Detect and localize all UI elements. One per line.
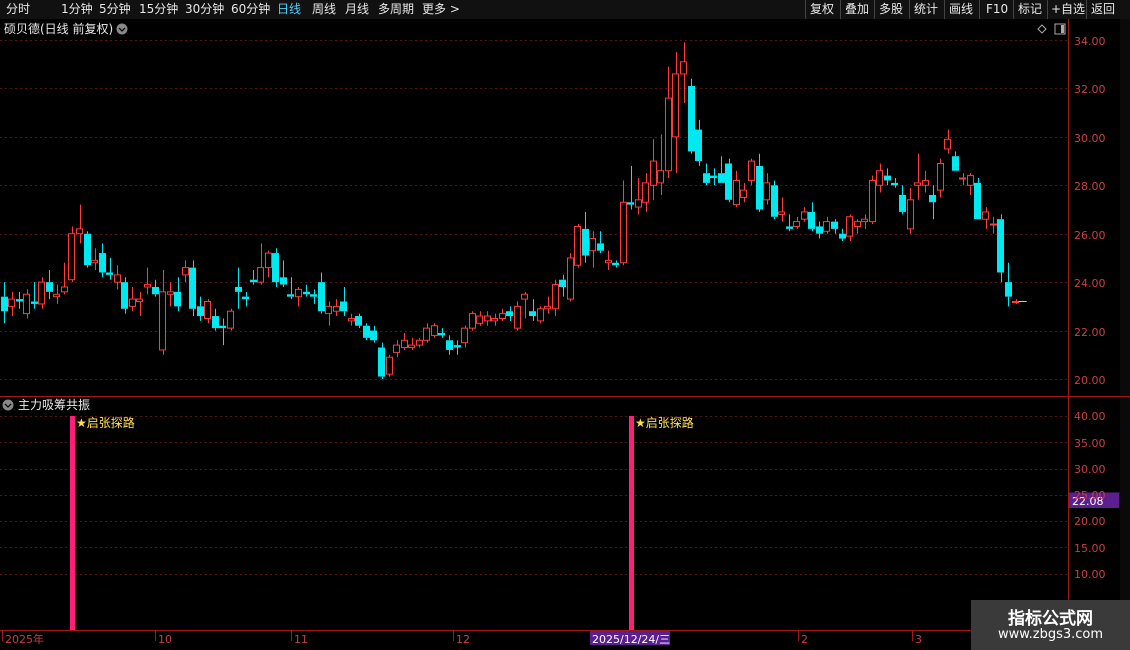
mark-button[interactable]: 标记 xyxy=(1018,0,1042,19)
candle xyxy=(725,158,732,203)
time-label: 2025年 xyxy=(5,632,44,646)
toolbar-divider xyxy=(979,0,980,19)
toolbar-divider xyxy=(909,0,910,19)
price-tick: 30.00 xyxy=(1074,132,1106,145)
toolbar: 分时 1分钟 5分钟 15分钟 30分钟 60分钟 日线 周线 月线 多周期 更… xyxy=(0,0,1130,20)
overlay-button[interactable]: 叠加 xyxy=(845,0,869,19)
period-tab-15min[interactable]: 15分钟 xyxy=(139,0,178,19)
chevron-down-icon[interactable] xyxy=(116,23,128,35)
period-tab-daily[interactable]: 日线 xyxy=(277,0,301,19)
candle xyxy=(38,277,45,309)
price-tick: 20.00 xyxy=(1074,374,1106,387)
price-tick: 32.00 xyxy=(1074,83,1106,96)
candle xyxy=(869,175,876,225)
indicator-tick: 35.00 xyxy=(1074,437,1106,450)
price-tick: 24.00 xyxy=(1074,277,1106,290)
candle xyxy=(68,226,75,283)
time-label: 11 xyxy=(294,633,308,646)
period-tab-monthly[interactable]: 月线 xyxy=(345,0,369,19)
time-label-highlight: 2025/12/24/三 xyxy=(592,633,670,646)
candle xyxy=(688,78,695,154)
candle xyxy=(514,301,521,331)
candle xyxy=(974,178,981,220)
candle xyxy=(227,308,234,331)
period-tab-multi[interactable]: 多周期 xyxy=(378,0,414,19)
period-tab-fenshi[interactable]: 分时 xyxy=(6,0,30,19)
signal-label: ★启张探路 xyxy=(635,415,694,430)
indicator-tick: 40.00 xyxy=(1074,410,1106,423)
fuquan-button[interactable]: 复权 xyxy=(810,0,834,19)
indicator-tick: 20.00 xyxy=(1074,515,1106,528)
candle xyxy=(469,311,476,331)
stock-title: 硕贝德(日线 前复权) xyxy=(4,21,113,36)
kline-chart[interactable]: ★启张探路 ★启张探路 硕贝德(日线 前复权) 主力吸筹共振 22.08 2025… xyxy=(0,19,1130,650)
candle xyxy=(537,306,544,324)
time-label: 2 xyxy=(801,633,808,646)
time-label: 12 xyxy=(456,633,470,646)
time-label: 3 xyxy=(915,633,922,646)
f10-button[interactable]: F10 xyxy=(986,0,1008,19)
toolbar-divider xyxy=(1013,0,1014,19)
indicator-tick: 15.00 xyxy=(1074,542,1106,555)
candle xyxy=(272,248,279,287)
period-tab-weekly[interactable]: 周线 xyxy=(312,0,336,19)
candle xyxy=(771,180,778,220)
indicator-tick: 10.00 xyxy=(1074,568,1106,581)
candle xyxy=(23,289,30,319)
period-tab-60min[interactable]: 60分钟 xyxy=(231,0,270,19)
toolbar-divider xyxy=(805,0,806,19)
price-tick: 28.00 xyxy=(1074,180,1106,193)
price-tick: 34.00 xyxy=(1074,35,1106,48)
toolbar-divider xyxy=(1086,0,1087,19)
period-tab-30min[interactable]: 30分钟 xyxy=(185,0,224,19)
indicator-tick: 25.00 xyxy=(1074,489,1106,502)
price-tick: 22.00 xyxy=(1074,326,1106,339)
chevron-down-icon[interactable] xyxy=(2,399,14,411)
back-button[interactable]: 返回 xyxy=(1091,0,1115,19)
price-tick: 26.00 xyxy=(1074,229,1106,242)
period-tab-1min[interactable]: 1分钟 xyxy=(61,0,93,19)
statistics-button[interactable]: 统计 xyxy=(914,0,938,19)
time-label: 10 xyxy=(158,633,172,646)
candle xyxy=(386,354,393,377)
period-tab-more[interactable]: 更多 > xyxy=(422,0,460,19)
signal-label: ★启张探路 xyxy=(76,415,135,430)
candle xyxy=(567,253,574,302)
signal-bar xyxy=(629,416,634,630)
period-tab-5min[interactable]: 5分钟 xyxy=(99,0,131,19)
candle xyxy=(997,214,1004,283)
watermark-url: www.zbgs3.com xyxy=(997,627,1104,642)
toolbar-divider xyxy=(874,0,875,19)
candle xyxy=(363,323,370,341)
candle xyxy=(84,231,91,268)
candle xyxy=(378,342,385,379)
draw-line-button[interactable]: 画线 xyxy=(949,0,973,19)
watermark-title: 指标公式网 xyxy=(1008,609,1093,629)
signal-bar xyxy=(70,416,75,630)
toolbar-divider xyxy=(1047,0,1048,19)
toolbar-divider xyxy=(840,0,841,19)
candle xyxy=(189,260,196,317)
toolbar-divider xyxy=(944,0,945,19)
watermark: 指标公式网 www.zbgs3.com xyxy=(971,600,1130,650)
add-watchlist-button[interactable]: +自选 xyxy=(1051,0,1085,19)
candle xyxy=(431,323,438,338)
multi-stock-button[interactable]: 多股 xyxy=(879,0,903,19)
indicator-tick: 30.00 xyxy=(1074,463,1106,476)
candle xyxy=(121,277,128,314)
indicator-title: 主力吸筹共振 xyxy=(18,398,90,412)
candle xyxy=(574,224,581,268)
